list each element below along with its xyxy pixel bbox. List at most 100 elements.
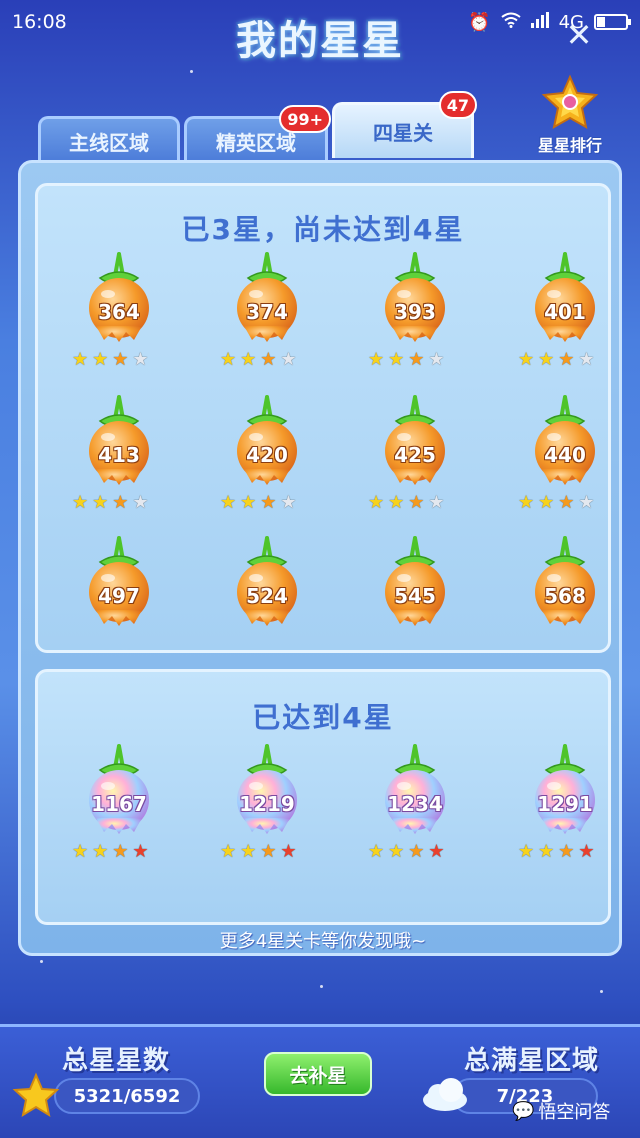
cloud-icon <box>423 1078 467 1111</box>
more-levels-hint: 更多4星关卡等你发现哦~ <box>219 931 427 952</box>
close-button[interactable]: ✕ <box>564 19 594 51</box>
star-ranking-icon <box>541 74 599 129</box>
level-number: 364 <box>98 300 140 324</box>
sky-sparkle <box>190 70 193 73</box>
level-number: 413 <box>98 443 140 467</box>
rainbow-fruit-icon <box>232 740 302 840</box>
level-item[interactable]: 1167 ★ ★ ★ ★ <box>58 740 178 870</box>
orange-fruit-icon <box>84 248 154 348</box>
empty-star-icon: ★ <box>428 349 445 370</box>
filled-star-icon: ★ <box>368 349 385 370</box>
sky-sparkle <box>320 985 323 988</box>
filled-star-icon: ★ <box>240 841 257 862</box>
filled-star-icon: ★ <box>220 492 237 513</box>
level-item[interactable]: 413 ★ ★ ★ ★ <box>58 391 178 521</box>
level-item[interactable]: 545 <box>354 532 474 662</box>
level-number: 420 <box>246 443 288 467</box>
four-star-section: 已达到4星 1167 ★ ★ ★ ★ 1219 ★ ★ ★ ★ 1234 ★ ★ ★ ★ 1291 ★ ★ ★ ★ <box>35 669 611 925</box>
filled-star-icon: ★ <box>518 841 535 862</box>
tab-main-area[interactable]: 主线区域 <box>38 116 180 164</box>
filled-star-icon: ★ <box>112 492 129 513</box>
level-number: 524 <box>246 584 288 608</box>
filled-star-icon: ★ <box>388 349 405 370</box>
filled-star-icon: ★ <box>112 841 129 862</box>
filled-star-icon: ★ <box>72 492 89 513</box>
level-number: 1234 <box>387 792 443 816</box>
empty-star-icon: ★ <box>428 492 445 513</box>
filled-star-icon: ★ <box>280 841 297 862</box>
filled-star-icon: ★ <box>408 492 425 513</box>
rainbow-fruit-icon <box>530 740 600 840</box>
filled-star-icon: ★ <box>538 492 555 513</box>
orange-fruit-icon <box>530 391 600 491</box>
filled-star-icon: ★ <box>518 492 535 513</box>
level-number: 545 <box>394 584 436 608</box>
filled-star-icon: ★ <box>240 349 257 370</box>
star-rating: ★ ★ ★ ★ <box>368 351 468 369</box>
section-title: 已达到4星 <box>252 701 394 734</box>
star-ranking-button[interactable]: 星星排行 <box>530 74 610 156</box>
level-item[interactable]: 440 ★ ★ ★ ★ <box>504 391 624 521</box>
level-item[interactable]: 524 <box>206 532 326 662</box>
sky-sparkle <box>600 990 603 993</box>
main-panel: 已3星，尚未达到4星 364 ★ ★ ★ ★ 374 ★ ★ ★ ★ 393 ★ ★ ★ ★ 401 ★ ★ ★ ★ 4… <box>18 160 622 956</box>
tab-four-star[interactable]: 四星关 47 <box>332 91 477 158</box>
three-star-section: 已3星，尚未达到4星 364 ★ ★ ★ ★ 374 ★ ★ ★ ★ 393 ★ ★ ★ ★ 401 ★ ★ ★ ★ 4… <box>35 183 611 653</box>
level-item[interactable]: 393 ★ ★ ★ ★ <box>354 248 474 378</box>
filled-star-icon: ★ <box>132 841 149 862</box>
full-star-area-label: 总满星区域 <box>464 1046 600 1076</box>
orange-fruit-icon <box>380 248 450 348</box>
orange-fruit-icon <box>84 391 154 491</box>
filled-star-icon: ★ <box>92 841 109 862</box>
level-item[interactable]: 374 ★ ★ ★ ★ <box>206 248 326 378</box>
star-rating: ★ ★ ★ ★ <box>518 351 618 369</box>
filled-star-icon: ★ <box>112 349 129 370</box>
level-item[interactable]: 497 <box>58 532 178 662</box>
total-stars-label: 总星星数 <box>62 1046 171 1076</box>
orange-fruit-icon <box>530 248 600 348</box>
tab-badge: 99+ <box>279 105 331 133</box>
orange-fruit-icon <box>232 532 302 632</box>
level-item[interactable]: 364 ★ ★ ★ ★ <box>58 248 178 378</box>
filled-star-icon: ★ <box>92 492 109 513</box>
orange-fruit-icon <box>380 391 450 491</box>
level-item[interactable]: 568 <box>504 532 624 662</box>
tab-label: 精英区域 <box>216 131 296 155</box>
empty-star-icon: ★ <box>132 492 149 513</box>
filled-star-icon: ★ <box>558 349 575 370</box>
replenish-stars-button[interactable]: 去补星 <box>264 1052 372 1096</box>
star-rating: ★ ★ ★ ★ <box>368 494 468 512</box>
page-title: 我的星星 <box>236 18 404 64</box>
filled-star-icon: ★ <box>368 841 385 862</box>
filled-star-icon: ★ <box>518 349 535 370</box>
rainbow-fruit-icon <box>380 740 450 840</box>
filled-star-icon: ★ <box>558 492 575 513</box>
star-rating: ★ ★ ★ ★ <box>368 843 468 861</box>
filled-star-icon: ★ <box>428 841 445 862</box>
level-item[interactable]: 425 ★ ★ ★ ★ <box>354 391 474 521</box>
level-item[interactable]: 1291 ★ ★ ★ ★ <box>504 740 624 870</box>
filled-star-icon: ★ <box>260 492 277 513</box>
orange-fruit-icon <box>232 391 302 491</box>
star-rating: ★ ★ ★ ★ <box>220 351 320 369</box>
empty-star-icon: ★ <box>578 492 595 513</box>
level-item[interactable]: 1219 ★ ★ ★ ★ <box>206 740 326 870</box>
tab-elite-area[interactable]: 精英区域 99+ <box>184 105 331 164</box>
level-item[interactable]: 1234 ★ ★ ★ ★ <box>354 740 474 870</box>
level-item[interactable]: 401 ★ ★ ★ ★ <box>504 248 624 378</box>
star-rating: ★ ★ ★ ★ <box>220 843 320 861</box>
star-rating: ★ ★ ★ ★ <box>72 843 172 861</box>
filled-star-icon: ★ <box>260 841 277 862</box>
filled-star-icon: ★ <box>260 349 277 370</box>
level-item[interactable]: 420 ★ ★ ★ ★ <box>206 391 326 521</box>
tab-badge: 47 <box>438 91 477 119</box>
star-rating: ★ ★ ★ ★ <box>518 494 618 512</box>
filled-star-icon: ★ <box>538 841 555 862</box>
filled-star-icon: ★ <box>368 492 385 513</box>
level-number: 401 <box>544 300 586 324</box>
filled-star-icon: ★ <box>408 841 425 862</box>
orange-fruit-icon <box>530 532 600 632</box>
level-number: 374 <box>246 300 288 324</box>
level-number: 440 <box>544 443 586 467</box>
ranking-label: 星星排行 <box>537 136 602 155</box>
